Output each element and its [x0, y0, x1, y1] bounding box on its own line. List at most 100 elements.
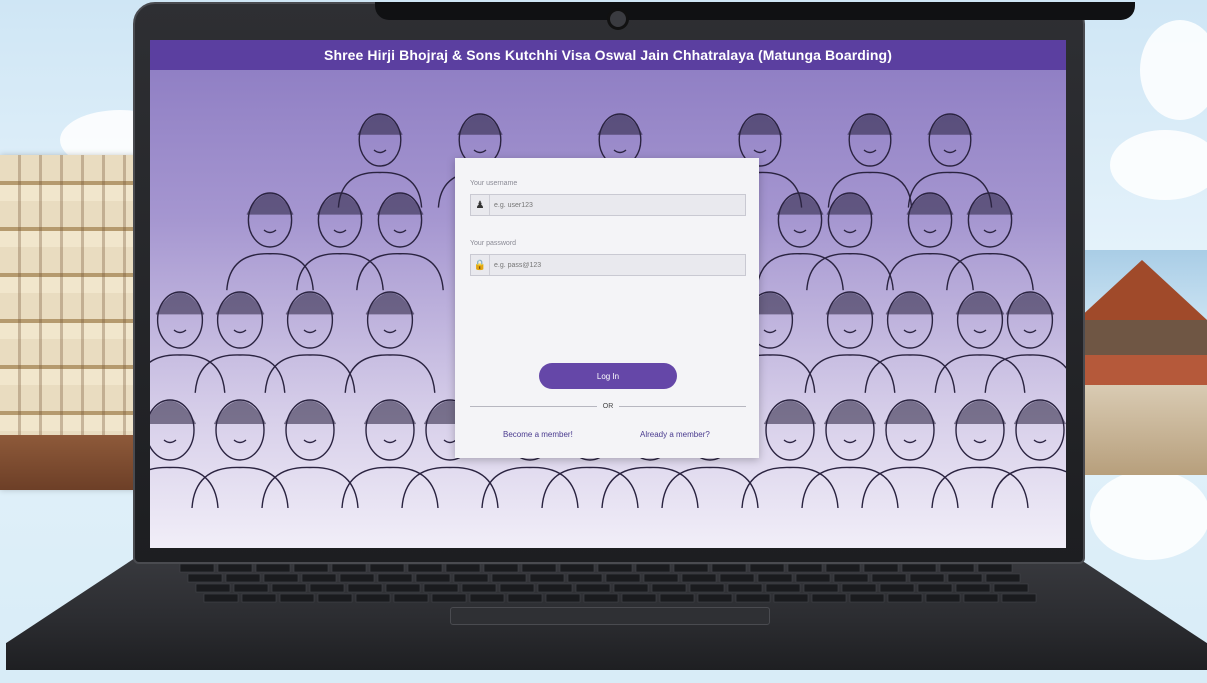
person-hair — [885, 292, 935, 315]
keyboard-key — [985, 573, 1021, 583]
person-mouth — [753, 149, 767, 154]
person-mouth — [973, 329, 987, 334]
username-field[interactable]: ♟ — [470, 194, 746, 216]
keyboard-key — [583, 593, 619, 603]
keyboard-key — [879, 583, 915, 593]
keyboard-key — [293, 563, 329, 573]
keyboard-key — [241, 593, 277, 603]
person-shoulders — [601, 466, 699, 509]
person-hair — [285, 292, 335, 315]
person-hair — [1013, 400, 1066, 425]
keyboard-key — [787, 563, 823, 573]
person-hair — [906, 193, 954, 215]
keyboard-key — [453, 573, 489, 583]
person-hair — [927, 114, 973, 136]
keyboard-key — [863, 563, 899, 573]
person-mouth — [263, 229, 277, 234]
keyboard-key — [203, 593, 239, 603]
person-hair — [737, 114, 783, 136]
hostel-building-photo — [0, 155, 140, 490]
person-hair — [357, 114, 403, 136]
keyboard-key — [811, 593, 847, 603]
person-mouth — [303, 329, 317, 334]
keyboard-key — [613, 583, 649, 593]
keyboard-key — [233, 583, 269, 593]
person-mouth — [233, 439, 247, 444]
keyboard-key — [825, 563, 861, 573]
person-hair — [457, 114, 503, 136]
person-mouth — [903, 439, 917, 444]
person-hair — [365, 292, 415, 315]
keyboard-key — [901, 563, 937, 573]
person-mouth — [1023, 329, 1037, 334]
password-input[interactable] — [489, 255, 745, 275]
person-mouth — [333, 229, 347, 234]
person-mouth — [233, 329, 247, 334]
keyboard-key — [621, 593, 657, 603]
keyboard-key — [339, 573, 375, 583]
keyboard-key — [947, 573, 983, 583]
person-mouth — [943, 149, 957, 154]
become-member-link[interactable]: Become a member! — [503, 430, 573, 439]
person-mouth — [393, 229, 407, 234]
keyboard-key — [651, 583, 687, 593]
laptop-trackpad — [450, 607, 770, 625]
keyboard-key — [423, 583, 459, 593]
or-separator: OR — [470, 401, 746, 411]
temple-building-photo — [1077, 250, 1207, 475]
keyboard-key — [841, 583, 877, 593]
person-mouth — [763, 329, 777, 334]
person-hair — [246, 193, 294, 215]
person-shoulders — [264, 354, 356, 393]
keyboard-key — [803, 583, 839, 593]
keyboard-key — [697, 593, 733, 603]
keyboard-key — [279, 593, 315, 603]
person-shoulders — [661, 466, 759, 509]
lock-icon: 🔒 — [473, 259, 487, 271]
keyboard-key — [179, 563, 215, 573]
person-mouth — [903, 329, 917, 334]
keyboard-key — [263, 573, 299, 583]
keyboard-key — [469, 593, 505, 603]
password-label: Your password — [470, 240, 517, 247]
user-icon: ♟ — [475, 199, 485, 211]
keyboard-key — [773, 593, 809, 603]
keyboard-key — [309, 583, 345, 593]
person-hair — [316, 193, 364, 215]
person-hair — [155, 292, 205, 315]
keyboard-key — [507, 593, 543, 603]
person-shoulders — [934, 354, 1026, 393]
keyboard-key — [917, 583, 953, 593]
keyboard-key — [659, 593, 695, 603]
login-button[interactable]: Log In — [539, 363, 677, 389]
person-mouth — [843, 229, 857, 234]
person-shoulders — [481, 466, 579, 509]
person-mouth — [783, 439, 797, 444]
keyboard-key — [385, 583, 421, 593]
keyboard-key — [711, 563, 747, 573]
person-mouth — [793, 229, 807, 234]
person-shoulders — [991, 466, 1066, 509]
person-mouth — [923, 229, 937, 234]
keyboard-key — [719, 573, 755, 583]
person-hair — [955, 292, 1005, 315]
keyboard-key — [939, 563, 975, 573]
already-member-link[interactable]: Already a member? — [640, 430, 710, 439]
cloud-decoration — [1110, 130, 1207, 200]
keyboard-key — [849, 593, 885, 603]
person-mouth — [973, 439, 987, 444]
keyboard-key — [887, 593, 923, 603]
keyboard-key — [1001, 593, 1037, 603]
keyboard-key — [727, 583, 763, 593]
person-hair — [1005, 292, 1055, 315]
person-hair — [826, 193, 874, 215]
keyboard-key — [833, 573, 869, 583]
person-mouth — [1033, 439, 1047, 444]
username-input[interactable] — [489, 195, 745, 215]
keyboard-key — [521, 563, 557, 573]
keyboard-key — [559, 563, 595, 573]
password-field[interactable]: 🔒 — [470, 254, 746, 276]
keyboard-key — [255, 563, 291, 573]
keyboard-key — [317, 593, 353, 603]
person-mouth — [383, 329, 397, 334]
